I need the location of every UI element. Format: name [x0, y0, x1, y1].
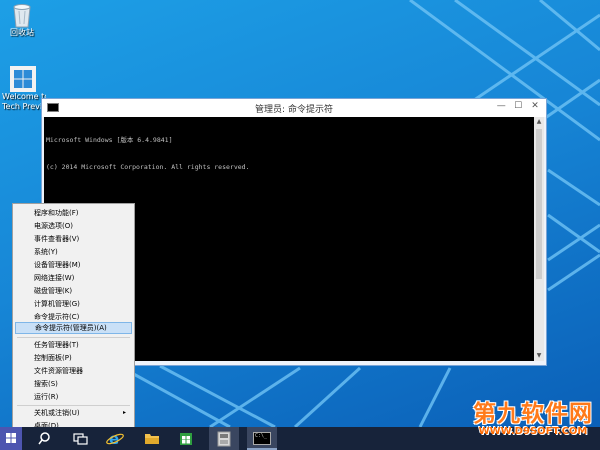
desktop-icon-label-line: Tech Previ...: [2, 102, 46, 111]
command-prompt-taskbar-button[interactable]: C:\_: [247, 427, 277, 450]
menu-separator: [17, 405, 130, 406]
menu-item-event-viewer[interactable]: 事件查看器(V): [15, 233, 132, 245]
windows-logo-icon: [10, 66, 36, 92]
window-controls: — ☐ ✕: [494, 101, 542, 111]
pinned-app-button[interactable]: [209, 427, 239, 450]
store-button[interactable]: [174, 427, 198, 450]
file-explorer-button[interactable]: [138, 427, 166, 450]
submenu-arrow-icon: ▸: [122, 409, 126, 416]
desktop-icon-welcome[interactable]: Welcome to Tech Previ...: [0, 66, 46, 112]
menu-item-device-manager[interactable]: 设备管理器(M): [15, 259, 132, 271]
task-view-button[interactable]: [68, 427, 92, 450]
store-icon: [180, 433, 192, 445]
menu-item-command-prompt-admin[interactable]: 命令提示符(管理员)(A): [15, 322, 132, 334]
menu-item-control-panel[interactable]: 控制面板(P): [15, 352, 132, 364]
maximize-button[interactable]: ☐: [511, 101, 525, 111]
menu-item-network-connections[interactable]: 网络连接(W): [15, 272, 132, 284]
scroll-thumb[interactable]: [536, 129, 542, 279]
menu-item-shut-down-or-sign-out[interactable]: 关机或注销(U) ▸: [15, 407, 132, 419]
svg-text:e: e: [109, 430, 119, 448]
command-prompt-icon: C:\_: [253, 432, 271, 445]
menu-item-disk-management[interactable]: 磁盘管理(K): [15, 285, 132, 297]
search-icon: [38, 432, 50, 445]
watermark-url: WWW.D9SOFT.COM: [478, 426, 588, 437]
window-title: 管理员: 命令提示符: [255, 105, 333, 115]
desktop-icon-label: 回收站: [10, 28, 34, 37]
window-titlebar[interactable]: 管理员: 命令提示符 — ☐ ✕: [42, 99, 546, 117]
internet-explorer-icon: e: [106, 430, 124, 448]
vertical-scrollbar[interactable]: ▲ ▼: [534, 117, 544, 361]
site-watermark: 第九软件网 WWW.D9SOFT.COM: [468, 394, 598, 444]
power-user-menu: 程序和功能(F) 电源选项(O) 事件查看器(V) 系统(Y) 设备管理器(M)…: [12, 203, 135, 434]
watermark-title: 第九软件网: [473, 401, 593, 427]
menu-item-search[interactable]: 搜索(S): [15, 378, 132, 390]
menu-item-computer-management[interactable]: 计算机管理(G): [15, 298, 132, 310]
menu-item-file-explorer[interactable]: 文件资源管理器: [15, 365, 132, 377]
recycle-bin-icon: [13, 4, 31, 28]
menu-item-label: 关机或注销(U): [34, 409, 80, 417]
scroll-up-arrow-icon[interactable]: ▲: [534, 117, 544, 127]
menu-item-task-manager[interactable]: 任务管理器(T): [15, 339, 132, 351]
menu-item-system[interactable]: 系统(Y): [15, 246, 132, 258]
search-button[interactable]: [33, 427, 55, 450]
task-view-icon: [73, 433, 88, 445]
scroll-down-arrow-icon[interactable]: ▼: [534, 351, 544, 361]
console-line: Microsoft Windows [版本 6.4.9841]: [46, 136, 173, 144]
menu-item-programs-and-features[interactable]: 程序和功能(F): [15, 207, 132, 219]
menu-item-power-options[interactable]: 电源选项(O): [15, 220, 132, 232]
start-button[interactable]: [0, 427, 22, 450]
windows-logo-icon: [6, 433, 16, 443]
file-explorer-icon: [145, 434, 159, 444]
menu-separator: [17, 337, 130, 338]
menu-item-run[interactable]: 运行(R): [15, 391, 132, 403]
desktop: 回收站 Welcome to Tech Previ... 管理员: 命令提示符 …: [0, 0, 600, 450]
app-icon: [217, 431, 231, 447]
close-button[interactable]: ✕: [528, 101, 542, 111]
internet-explorer-button[interactable]: e: [102, 427, 128, 450]
desktop-icon-recycle-bin[interactable]: 回收站: [0, 2, 44, 38]
desktop-icon-label-line: Welcome to: [2, 92, 46, 101]
minimize-button[interactable]: —: [494, 101, 508, 111]
console-line: (c) 2014 Microsoft Corporation. All righ…: [46, 163, 250, 171]
